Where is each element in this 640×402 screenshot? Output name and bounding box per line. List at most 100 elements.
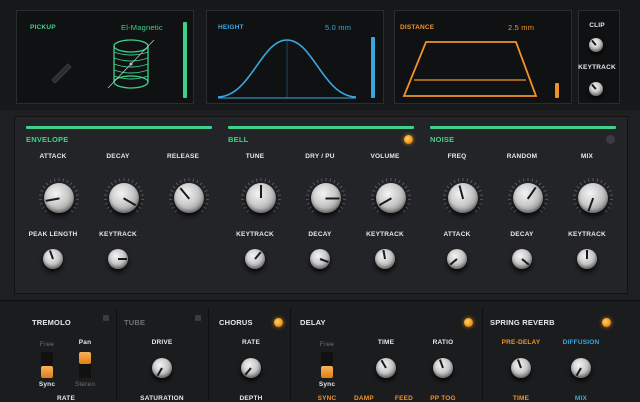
decay-label: DECAY xyxy=(106,153,129,160)
tremolo-pan-label: Pan xyxy=(79,339,92,346)
delay-ratio-label: RATIO xyxy=(433,339,454,346)
release-knob[interactable] xyxy=(168,177,210,219)
random-knob[interactable] xyxy=(507,177,549,219)
delay-damp-button[interactable]: DAMP xyxy=(354,395,374,402)
tube-power-icon[interactable] xyxy=(195,315,201,321)
delay-time-knob[interactable] xyxy=(376,358,396,378)
freq-label: FREQ xyxy=(448,153,467,160)
random-label: RANDOM xyxy=(507,153,537,160)
pickup-coil-icon xyxy=(106,38,156,99)
release-label: RELEASE xyxy=(167,153,199,160)
delay-time-label: TIME xyxy=(378,339,394,346)
clip-knob[interactable] xyxy=(589,38,603,52)
height-level-bar[interactable] xyxy=(371,22,375,98)
bell-keytrack-knob[interactable] xyxy=(245,249,265,269)
freq-knob[interactable] xyxy=(442,177,484,219)
attack-label: ATTACK xyxy=(40,153,67,160)
reverb-diffusion-label: DIFFUSION xyxy=(563,339,600,346)
bell-bar xyxy=(228,126,414,129)
reverb-title: SPRING REVERB xyxy=(490,318,555,327)
delay-sync-button[interactable]: SYNC xyxy=(318,395,337,402)
top-keytrack-label: KEYTRACK xyxy=(578,64,616,71)
bell-title: BELL xyxy=(228,135,248,144)
bell-keytrack-label: KEYTRACK xyxy=(236,231,274,238)
distance-label: DISTANCE xyxy=(400,24,434,31)
dry-pu-knob[interactable] xyxy=(305,177,347,219)
dry-pu-label: DRY / PU xyxy=(305,153,334,160)
tremolo-pan-toggle[interactable] xyxy=(79,352,91,378)
fx-divider-2 xyxy=(208,308,209,400)
noise-decay-knob[interactable] xyxy=(512,249,532,269)
tremolo-sync-label: Sync xyxy=(39,381,55,388)
delay-enable-led[interactable] xyxy=(464,318,473,327)
tube-title: TUBE xyxy=(124,318,145,327)
top-keytrack-knob[interactable] xyxy=(589,82,603,96)
reverb-mix-label: MIX xyxy=(575,395,587,402)
noise-keytrack-label: KEYTRACK xyxy=(568,231,606,238)
fx-divider-4 xyxy=(482,308,483,400)
clip-label: CLIP xyxy=(589,22,605,29)
volume-knob[interactable] xyxy=(370,177,412,219)
bell-decay-knob[interactable] xyxy=(310,249,330,269)
noise-attack-knob[interactable] xyxy=(447,249,467,269)
env-keytrack-knob[interactable] xyxy=(108,249,128,269)
distance-level-bar[interactable] xyxy=(555,22,559,98)
envelope-bar xyxy=(26,126,212,129)
noise-attack-label: ATTACK xyxy=(444,231,471,238)
volume-label: VOLUME xyxy=(370,153,399,160)
pickup-label: PICKUP xyxy=(30,24,56,31)
bell-enable-led[interactable] xyxy=(404,135,413,144)
height-value: 5.0 mm xyxy=(325,23,351,32)
tube-drive-knob[interactable] xyxy=(152,358,172,378)
tune-knob[interactable] xyxy=(240,177,282,219)
distance-shape-graph xyxy=(400,36,540,107)
envelope-title: ENVELOPE xyxy=(26,135,68,144)
bell-decay-label: DECAY xyxy=(308,231,331,238)
noise-bar xyxy=(430,126,616,129)
delay-pptog-button[interactable]: PP TOG xyxy=(430,395,456,402)
reverb-time-label: TIME xyxy=(513,395,529,402)
pickup-value[interactable]: El-Magnetic xyxy=(121,23,163,32)
fx-divider-1 xyxy=(116,308,117,400)
reverb-predelay-label: PRE-DELAY xyxy=(502,339,541,346)
bell-keytrack2-label: KEYTRACK xyxy=(366,231,404,238)
tube-saturation-label: SATURATION xyxy=(140,395,184,402)
distance-value: 2.5 mm xyxy=(508,23,534,32)
delay-title: DELAY xyxy=(300,318,326,327)
peak-length-label: PEAK LENGTH xyxy=(29,231,78,238)
peak-length-knob[interactable] xyxy=(43,249,63,269)
bell-keytrack2-knob[interactable] xyxy=(375,249,395,269)
chorus-rate-label: RATE xyxy=(242,339,260,346)
mix-knob[interactable] xyxy=(572,177,614,219)
tremolo-free-label: Free xyxy=(40,341,54,348)
chorus-rate-knob[interactable] xyxy=(241,358,261,378)
reverb-predelay-knob[interactable] xyxy=(511,358,531,378)
delay-feed-button[interactable]: FEED xyxy=(395,395,413,402)
height-curve-graph xyxy=(216,34,358,105)
attack-knob[interactable] xyxy=(38,177,80,219)
noise-title: NOISE xyxy=(430,135,454,144)
chorus-enable-led[interactable] xyxy=(274,318,283,327)
tube-drive-label: DRIVE xyxy=(152,339,173,346)
noise-enable-led[interactable] xyxy=(606,135,615,144)
reverb-diffusion-knob[interactable] xyxy=(571,358,591,378)
delay-ratio-knob[interactable] xyxy=(433,358,453,378)
pickup-prev-icon[interactable] xyxy=(48,58,74,89)
reverb-enable-led[interactable] xyxy=(602,318,611,327)
env-keytrack-label: KEYTRACK xyxy=(99,231,137,238)
delay-free-label: Free xyxy=(320,341,334,348)
chorus-depth-label: DEPTH xyxy=(239,395,262,402)
delay-sync-label: Sync xyxy=(319,381,335,388)
mix-label: MIX xyxy=(581,153,593,160)
pickup-level-bar[interactable] xyxy=(183,22,187,98)
delay-sync-toggle[interactable] xyxy=(321,352,333,378)
tremolo-stereo-label: Stereo xyxy=(75,381,95,388)
tremolo-sync-toggle[interactable] xyxy=(41,352,53,378)
chorus-title: CHORUS xyxy=(219,318,253,327)
tremolo-power-icon[interactable] xyxy=(103,315,109,321)
fx-divider-3 xyxy=(290,308,291,400)
noise-keytrack-knob[interactable] xyxy=(577,249,597,269)
distance-level-fill xyxy=(555,83,559,98)
decay-knob[interactable] xyxy=(103,177,145,219)
height-level-fill xyxy=(371,37,375,98)
